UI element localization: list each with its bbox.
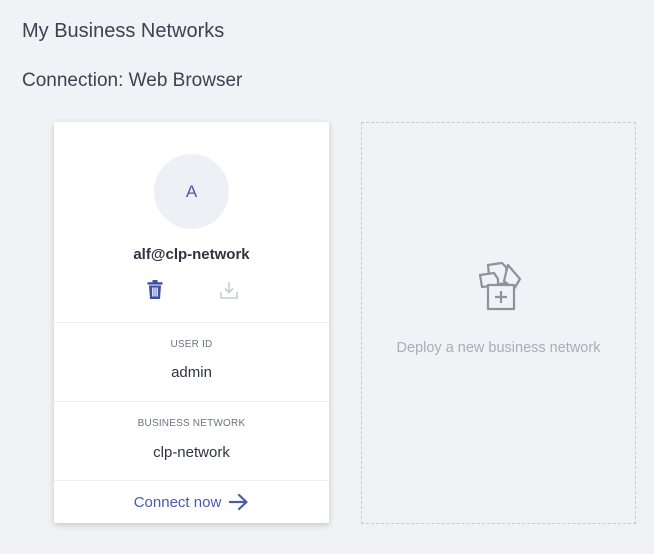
avatar: A	[154, 154, 229, 229]
user-id-value: admin	[171, 364, 212, 381]
page-title: My Business Networks	[22, 20, 225, 42]
identity-name: alf@clp-network	[133, 246, 250, 263]
connection-title: Connection: Web Browser	[22, 70, 243, 91]
divider	[54, 322, 329, 323]
user-id-label: USER ID	[170, 339, 213, 350]
deploy-network-label: Deploy a new business network	[396, 340, 601, 356]
export-card-button[interactable]	[218, 279, 240, 301]
business-network-label: BUSINESS NETWORK	[137, 418, 246, 429]
deploy-network-card[interactable]: Deploy a new business network	[361, 122, 636, 524]
delete-identity-button[interactable]	[145, 279, 165, 301]
business-network-value: clp-network	[153, 444, 230, 461]
avatar-initial: A	[185, 181, 198, 201]
divider	[54, 401, 329, 402]
download-icon	[220, 282, 238, 299]
deploy-files-icon	[478, 261, 522, 311]
connect-now-label: Connect now	[133, 493, 222, 511]
trash-icon	[147, 280, 163, 299]
divider	[54, 480, 329, 481]
connect-now-button[interactable]: Connect now	[54, 489, 329, 515]
identity-card: A alf@clp-network USER ID admin BUSINESS…	[54, 122, 329, 523]
arrow-right-icon	[229, 493, 249, 511]
